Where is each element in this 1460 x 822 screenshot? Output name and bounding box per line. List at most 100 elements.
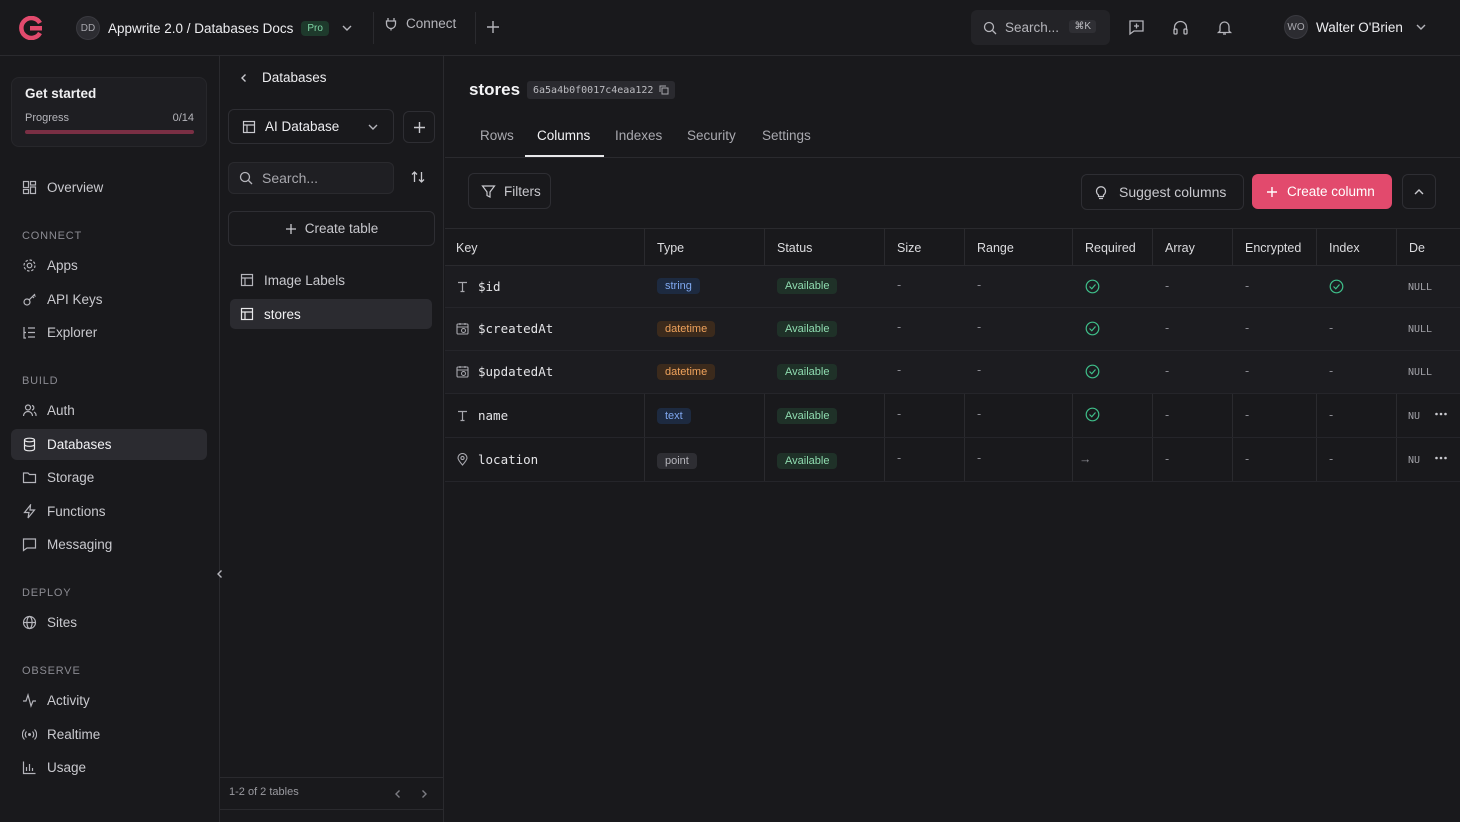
tables-pagination: 1-2 of 2 tables xyxy=(220,777,444,810)
column-header-range[interactable]: Range xyxy=(977,241,1014,255)
project-avatar: DD xyxy=(76,16,100,40)
column-header-key[interactable]: Key xyxy=(456,241,478,255)
table-id: 6a5a4b0f0017c4eaa122 xyxy=(533,84,654,96)
row-size: - xyxy=(897,407,902,421)
database-selector[interactable]: AI Database xyxy=(228,109,394,144)
add-icon[interactable] xyxy=(486,20,500,34)
create-table-button[interactable]: Create table xyxy=(228,211,435,246)
row-encrypted: - xyxy=(1245,321,1250,335)
connect-label: Connect xyxy=(406,16,457,31)
status-badge: Available xyxy=(777,278,838,294)
chevron-right-icon[interactable] xyxy=(418,788,430,800)
back-to-databases[interactable]: Databases xyxy=(238,70,327,85)
table-search-input[interactable]: Search... xyxy=(228,162,394,194)
sort-icon[interactable] xyxy=(410,169,426,185)
sidebar-item-sites[interactable]: Sites xyxy=(11,607,207,638)
sidebar-item-messaging[interactable]: Messaging xyxy=(11,529,207,560)
table-icon xyxy=(240,273,254,287)
feedback-icon[interactable] xyxy=(1128,19,1145,36)
sidebar-item-activity[interactable]: Activity xyxy=(11,685,207,716)
sidebar-item-label: Messaging xyxy=(47,537,113,552)
table-item-image-labels[interactable]: Image Labels xyxy=(230,265,432,295)
add-database-button[interactable] xyxy=(403,111,435,143)
database-icon xyxy=(22,437,37,452)
table-row[interactable]: $createdAt datetime Available - - - - - … xyxy=(445,308,1460,351)
row-required: → xyxy=(1079,452,1092,466)
suggest-columns-button[interactable]: Suggest columns xyxy=(1081,174,1244,210)
connect-button[interactable]: Connect xyxy=(384,16,456,31)
table-row[interactable]: location point Available - - → - - - NU xyxy=(445,438,1460,482)
more-options-icon[interactable] xyxy=(1434,451,1448,465)
row-array: - xyxy=(1165,364,1170,378)
project-selector[interactable]: DD Appwrite 2.0 / Databases Docs Pro xyxy=(76,15,353,41)
sidebar-item-usage[interactable]: Usage xyxy=(11,752,207,783)
map-pin-icon xyxy=(456,453,469,466)
column-header-type[interactable]: Type xyxy=(657,241,684,255)
database-name: AI Database xyxy=(265,119,340,134)
row-key-text: $updatedAt xyxy=(478,364,554,379)
row-index: - xyxy=(1329,364,1334,378)
tab-settings[interactable]: Settings xyxy=(762,128,811,143)
filters-button[interactable]: Filters xyxy=(468,173,551,209)
table-id-chip[interactable]: 6a5a4b0f0017c4eaa122 xyxy=(527,81,676,99)
type-badge: point xyxy=(657,453,697,469)
table-item-stores[interactable]: stores xyxy=(230,299,432,329)
column-header-array[interactable]: Array xyxy=(1165,241,1195,255)
bell-icon[interactable] xyxy=(1216,19,1233,36)
row-default: NU xyxy=(1408,411,1421,422)
lightbulb-icon xyxy=(1094,185,1108,200)
divider xyxy=(475,12,476,44)
get-started-card[interactable]: Get started Progress 0/14 xyxy=(11,77,207,147)
row-key: $createdAt xyxy=(456,321,553,336)
row-type: datetime xyxy=(657,321,716,337)
table-row[interactable]: name text Available - - - - - NU xyxy=(445,394,1460,438)
column-header-index[interactable]: Index xyxy=(1329,241,1360,255)
tab-rows[interactable]: Rows xyxy=(480,128,514,143)
column-header-size[interactable]: Size xyxy=(897,241,921,255)
row-encrypted: - xyxy=(1245,279,1250,293)
key-icon xyxy=(22,292,37,307)
sidebar-item-functions[interactable]: Functions xyxy=(11,496,207,527)
project-name: Appwrite 2.0 / Databases Docs xyxy=(108,20,294,36)
table-row[interactable]: $id string Available - - - - NULL xyxy=(445,266,1460,308)
nav-heading-connect: CONNECT xyxy=(22,230,82,242)
tab-columns[interactable]: Columns xyxy=(537,128,590,143)
row-array: - xyxy=(1165,452,1170,466)
sidebar-item-overview[interactable]: Overview xyxy=(11,172,207,203)
column-header-encrypted[interactable]: Encrypted xyxy=(1245,241,1301,255)
get-started-title: Get started xyxy=(25,86,97,101)
headphones-icon[interactable] xyxy=(1172,19,1189,36)
table-icon xyxy=(242,120,256,134)
create-column-button[interactable]: Create column xyxy=(1252,174,1392,209)
column-header-status[interactable]: Status xyxy=(777,241,812,255)
filter-icon xyxy=(481,184,496,199)
row-key-text: name xyxy=(478,408,509,423)
chevron-left-icon[interactable] xyxy=(392,788,404,800)
tab-indexes[interactable]: Indexes xyxy=(615,128,662,143)
global-search[interactable]: Search... ⌘K xyxy=(971,10,1110,45)
table-row[interactable]: $updatedAt datetime Available - - - - - … xyxy=(445,351,1460,394)
column-header-required[interactable]: Required xyxy=(1085,241,1136,255)
broadcast-icon xyxy=(22,727,37,742)
check-circle-icon xyxy=(1329,279,1344,294)
sidebar-item-auth[interactable]: Auth xyxy=(11,395,207,426)
user-menu[interactable]: WO Walter O'Brien xyxy=(1284,15,1427,39)
row-array: - xyxy=(1165,321,1170,335)
sidebar-item-api-keys[interactable]: API Keys xyxy=(11,284,207,315)
row-encrypted: - xyxy=(1245,364,1250,378)
sidebar-item-realtime[interactable]: Realtime xyxy=(11,719,207,750)
sidebar-item-label: Realtime xyxy=(47,727,101,742)
column-header-default[interactable]: De xyxy=(1409,241,1425,255)
progress-label: Progress xyxy=(25,112,70,124)
plus-icon xyxy=(1266,186,1278,198)
sidebar-item-apps[interactable]: Apps xyxy=(11,250,207,281)
more-options-icon[interactable] xyxy=(1434,407,1448,421)
calendar-clock-icon xyxy=(456,322,469,335)
appwrite-logo-icon[interactable] xyxy=(18,16,43,40)
sidebar-item-databases[interactable]: Databases xyxy=(11,429,207,460)
sidebar-item-label: Storage xyxy=(47,470,95,485)
tab-security[interactable]: Security xyxy=(687,128,736,143)
sidebar-item-storage[interactable]: Storage xyxy=(11,462,207,493)
sidebar-item-explorer[interactable]: Explorer xyxy=(11,317,207,348)
collapse-toolbar-button[interactable] xyxy=(1402,174,1436,209)
